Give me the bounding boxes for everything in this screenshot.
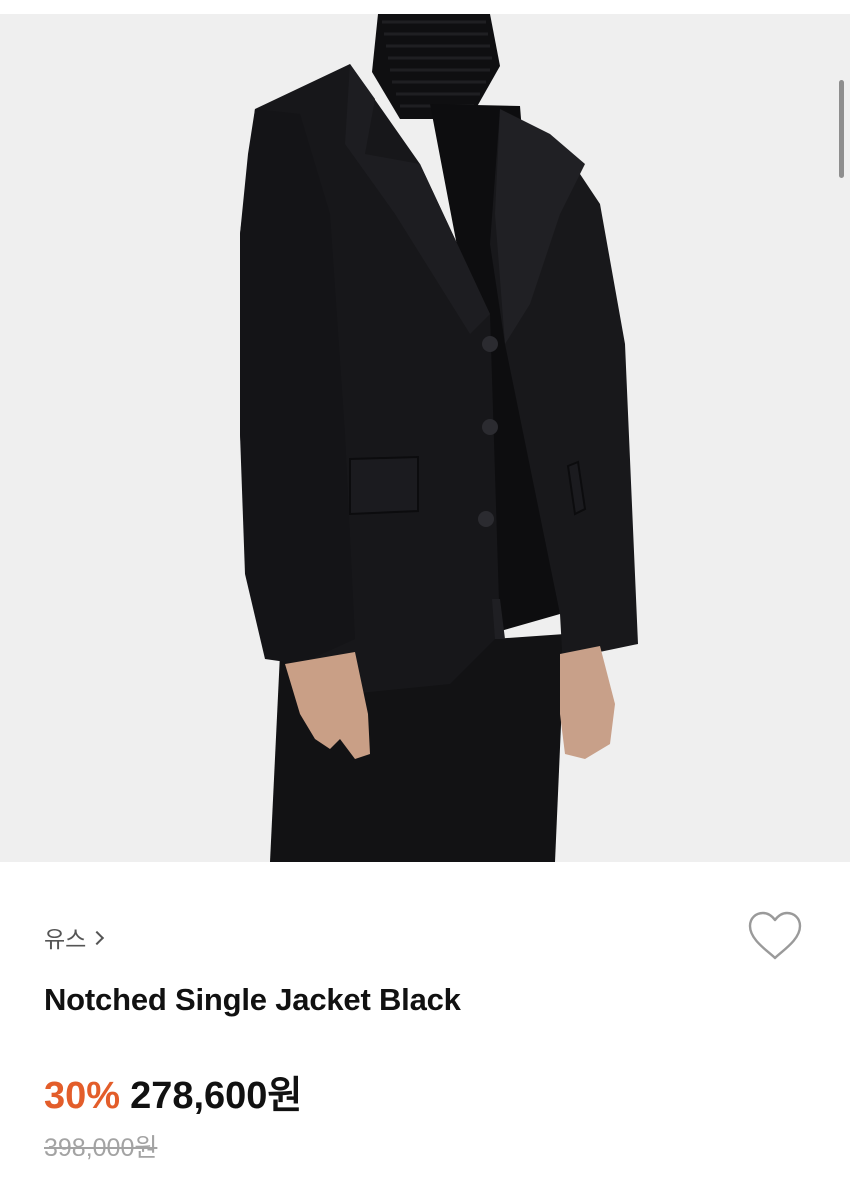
original-price: 398,000원	[44, 1134, 158, 1162]
brand-name: 유스	[44, 926, 87, 952]
heart-icon	[748, 911, 802, 960]
wishlist-button[interactable]	[746, 910, 804, 962]
discount-rate: 30%	[44, 1075, 121, 1117]
product-image[interactable]	[0, 14, 850, 862]
brand-link[interactable]: 유스	[44, 920, 105, 954]
product-title: Notched Single Jacket Black	[44, 982, 461, 1017]
product-page: 유스 Notched Single Jacket Black 30% 278,6…	[0, 0, 850, 1200]
price-row: 30% 278,600원	[44, 1064, 302, 1119]
product-info: 유스 Notched Single Jacket Black 30% 278,6…	[0, 862, 850, 1200]
jacket-illustration	[0, 14, 850, 862]
chevron-right-icon	[90, 930, 105, 945]
scrollbar[interactable]	[839, 80, 844, 178]
sale-price: 278,600원	[130, 1075, 303, 1117]
